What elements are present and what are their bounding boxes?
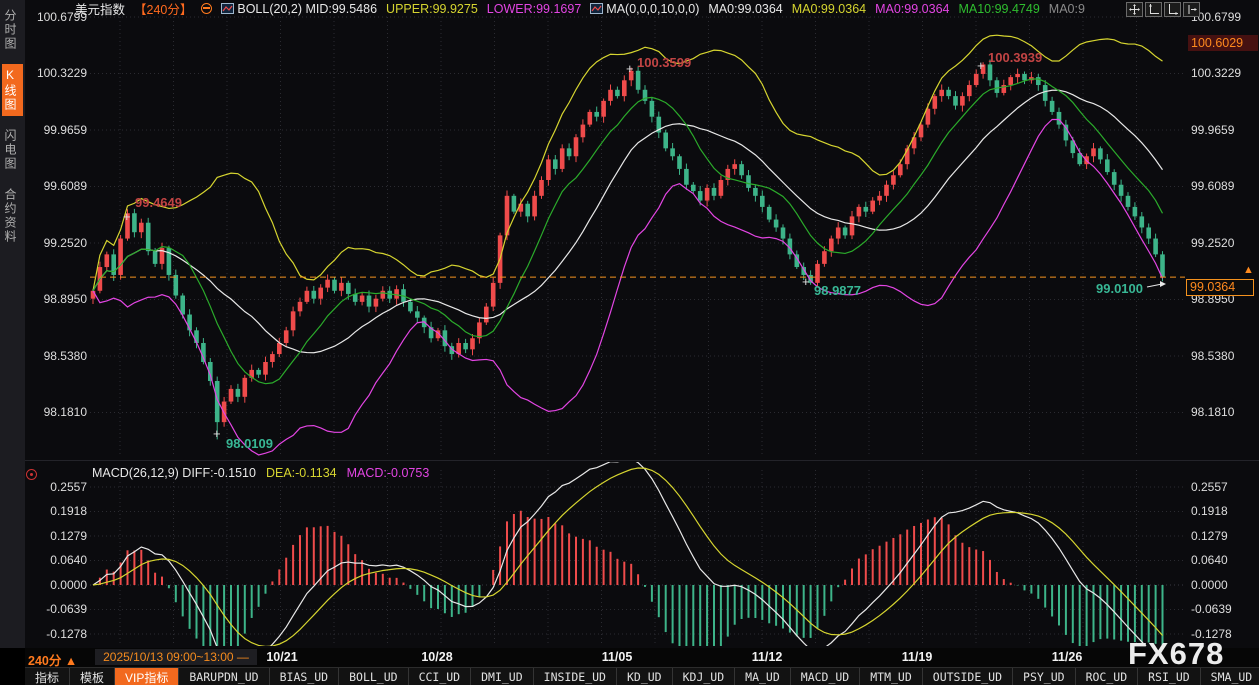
pan-right-icon[interactable] xyxy=(1183,2,1200,17)
sidebar-item-K线图[interactable]: K线图 xyxy=(2,64,23,116)
header-segment-ma10: MA10:99.4749 xyxy=(958,2,1039,16)
x-axis-date: 11/26 xyxy=(1052,650,1083,664)
chart-thumb-icon xyxy=(221,3,234,14)
toolbar-tab-CCI_UD[interactable]: CCI_UD xyxy=(409,668,472,685)
toolbar-tab-VIP指标[interactable]: VIP指标 xyxy=(115,668,179,685)
header-text-ma0-white: MA0:99.0364 xyxy=(708,2,782,16)
header-text-period: 【240分】 xyxy=(134,0,192,18)
sidebar-item-分时图[interactable]: 分时图 xyxy=(2,5,23,55)
header-text-symbol: 美元指数 xyxy=(75,0,125,18)
toolbar-tab-PSY_UD[interactable]: PSY_UD xyxy=(1013,668,1076,685)
header-segment-boll-lower: LOWER:99.1697 xyxy=(487,2,582,16)
axis-left-icon[interactable] xyxy=(1145,2,1162,17)
macd-header-macd-macd: MACD:-0.0753 xyxy=(347,466,430,480)
header-text-boll-lower: LOWER:99.1697 xyxy=(487,2,582,16)
header-segment-collapse[interactable] xyxy=(201,3,212,14)
toolbar-tab-INSIDE_UD[interactable]: INSIDE_UD xyxy=(534,668,617,685)
toolbar-tab-BARUPDN_UD[interactable]: BARUPDN_UD xyxy=(179,668,269,685)
macd-header: MACD(26,12,9) DIFF:-0.1510 DEA:-0.1134 MAC… xyxy=(92,466,429,480)
header-text-ma10: MA10:99.4749 xyxy=(958,2,1039,16)
sidebar-item-合约资料[interactable]: 合约资料 xyxy=(2,184,23,248)
price-up-arrow-icon: ▲ xyxy=(1243,264,1254,276)
toolbar-tab-DMI_UD[interactable]: DMI_UD xyxy=(471,668,534,685)
header-text-ma0-magenta: MA0:99.0364 xyxy=(875,2,949,16)
x-axis-row: 240分 ▲ 2025/10/13 09:00~13:00 — 10/2110/… xyxy=(25,648,1259,667)
indicator-toolbar: 指标模板VIP指标BARUPDN_UDBIAS_UDBOLL_UDCCI_UDD… xyxy=(25,667,1259,685)
toolbar-tab-MA_UD[interactable]: MA_UD xyxy=(735,668,791,685)
header-segment-ma0-yellow: MA0:99.0364 xyxy=(792,2,866,16)
header-segment-ma0-magenta: MA0:99.0364 xyxy=(875,2,949,16)
x-axis-date: 11/12 xyxy=(752,650,783,664)
header-segment-boll-label: BOLL(20,2) MID:99.5486 xyxy=(221,2,377,16)
toolbar-tab-KDJ_UD[interactable]: KDJ_UD xyxy=(673,668,736,685)
macd-header-macd-dea: DEA:-0.1134 xyxy=(266,466,337,480)
x-axis-date: 11/05 xyxy=(602,650,633,664)
chart-canvas[interactable] xyxy=(0,0,1259,685)
toolbar-tab-BOLL_UD[interactable]: BOLL_UD xyxy=(339,668,408,685)
header-text-ma-group: MA(0,0,0,10,0,0) xyxy=(606,2,699,16)
macd-header-macd-diff: MACD(26,12,9) DIFF:-0.1510 xyxy=(92,466,256,480)
header-segment-ma0-white: MA0:99.0364 xyxy=(708,2,782,16)
last-price-badge: 99.0364 xyxy=(1186,279,1254,296)
indicator-header: 美元指数【240分】 BOLL(20,2) MID:99.5486 UPPER:99… xyxy=(75,1,1085,16)
header-segment-period: 【240分】 xyxy=(134,0,192,18)
session-high-badge: 100.6029 xyxy=(1188,35,1258,51)
header-text-ma0-gray: MA0:9 xyxy=(1049,2,1085,16)
toolbar-tab-指标[interactable]: 指标 xyxy=(25,668,70,685)
toolbar-tab-MTM_UD[interactable]: MTM_UD xyxy=(860,668,923,685)
header-segment-ma-group: MA(0,0,0,10,0,0) xyxy=(590,2,699,16)
toolbar-tab-OUTSIDE_UD[interactable]: OUTSIDE_UD xyxy=(923,668,1013,685)
panel-separator xyxy=(25,460,1259,461)
header-segment-symbol: 美元指数 xyxy=(75,0,125,18)
x-axis-date: 11/19 xyxy=(902,650,933,664)
bottom-left-corner xyxy=(0,648,25,685)
trading-app-window: 分时图 K线图闪电图合约资料 美元指数【240分】 BOLL(20,2) MID:9… xyxy=(0,0,1259,685)
minus-circle-icon[interactable] xyxy=(201,3,212,14)
macd-panel-icon[interactable] xyxy=(26,469,37,480)
watermark: FX678 xyxy=(1128,636,1224,672)
toolbar-tab-BIAS_UD[interactable]: BIAS_UD xyxy=(270,668,339,685)
time-range-box: 2025/10/13 09:00~13:00 — xyxy=(95,649,257,665)
x-axis-date: 10/28 xyxy=(421,650,452,664)
axis-right-icon[interactable] xyxy=(1164,2,1181,17)
crosshair-move-icon[interactable] xyxy=(1126,2,1143,17)
chart-window-controls xyxy=(1126,2,1200,17)
header-segment-ma0-gray: MA0:9 xyxy=(1049,2,1085,16)
sidebar-item-闪电图[interactable]: 闪电图 xyxy=(2,125,23,175)
header-text-boll-label: BOLL(20,2) MID:99.5486 xyxy=(237,2,377,16)
toolbar-tab-KD_UD[interactable]: KD_UD xyxy=(617,668,673,685)
header-text-ma0-yellow: MA0:99.0364 xyxy=(792,2,866,16)
chart-thumb-icon xyxy=(590,3,603,14)
toolbar-tab-模板[interactable]: 模板 xyxy=(70,668,115,685)
toolbar-tab-MACD_UD[interactable]: MACD_UD xyxy=(791,668,860,685)
header-text-boll-upper: UPPER:99.9275 xyxy=(386,2,478,16)
x-axis-date: 10/21 xyxy=(266,650,297,664)
header-segment-boll-upper: UPPER:99.9275 xyxy=(386,2,478,16)
left-sidebar: 分时图 K线图闪电图合约资料 xyxy=(0,0,25,648)
